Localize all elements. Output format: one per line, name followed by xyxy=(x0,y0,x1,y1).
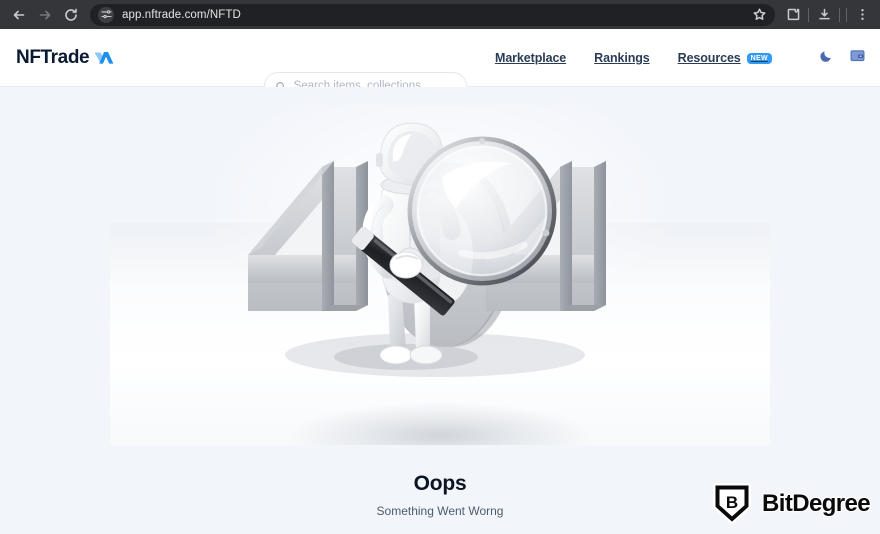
site-settings-icon[interactable] xyxy=(98,6,114,23)
download-icon xyxy=(818,8,830,20)
dark-mode-toggle[interactable] xyxy=(818,47,835,69)
toolbar-divider xyxy=(846,7,847,22)
nav-item-label: Rankings xyxy=(594,51,650,65)
address-bar[interactable]: app.nftrade.com/NFTD xyxy=(90,3,775,26)
header-actions xyxy=(818,29,866,87)
browser-forward-button[interactable] xyxy=(32,2,58,28)
browser-reload-button[interactable] xyxy=(58,2,84,28)
site-header: NFTrade Marketplace Rankings Resources N xyxy=(0,29,880,100)
bitdegree-shield-icon: B xyxy=(713,483,752,525)
nav-item-label: Resources xyxy=(677,51,741,65)
bitdegree-watermark: B BitDegree xyxy=(710,480,872,528)
nftrade-arrow-logo-icon xyxy=(94,51,114,64)
browser-back-button[interactable] xyxy=(6,2,32,28)
arrow-left-icon xyxy=(13,10,25,19)
browser-toolbar: app.nftrade.com/NFTD xyxy=(0,0,880,29)
wallet-icon xyxy=(850,50,865,62)
toolbar-divider xyxy=(808,7,809,22)
error-illustration xyxy=(0,105,880,485)
wallet-button[interactable] xyxy=(849,47,866,69)
browser-toolbar-actions xyxy=(781,3,874,27)
reload-icon xyxy=(65,8,77,21)
moon-icon xyxy=(820,51,831,62)
tune-icon xyxy=(100,10,112,19)
address-bar-url: app.nftrade.com/NFTD xyxy=(122,8,241,21)
arrow-right-icon xyxy=(39,10,51,19)
toolbar-divider xyxy=(839,7,840,22)
new-badge: NEW xyxy=(746,52,772,64)
404-astronaut-illustration-icon xyxy=(248,122,606,377)
error-page: Oops Something Went Worng Go to home B B… xyxy=(0,87,880,534)
downloads-button[interactable] xyxy=(812,3,836,27)
puzzle-piece-icon xyxy=(787,8,799,21)
star-icon xyxy=(753,8,766,20)
logo-text: NFTrade xyxy=(16,46,90,68)
chrome-menu-button[interactable] xyxy=(850,3,874,27)
digit-four-left xyxy=(248,161,368,311)
nav-item-marketplace[interactable]: Marketplace xyxy=(495,51,566,65)
screenshot-root: app.nftrade.com/NFTD NFTrade Search item… xyxy=(0,0,880,534)
extensions-button[interactable] xyxy=(781,3,805,27)
nav-item-resources[interactable]: Resources NEW xyxy=(678,51,772,65)
bookmark-star-icon[interactable] xyxy=(744,7,767,22)
nftrade-logo[interactable]: NFTrade xyxy=(16,47,115,69)
three-dot-menu-icon xyxy=(860,9,864,20)
nav-item-rankings[interactable]: Rankings xyxy=(594,51,650,65)
main-nav: Marketplace Rankings Resources NEW xyxy=(495,29,772,87)
nav-item-label: Marketplace xyxy=(495,51,567,65)
bitdegree-mark-letter: B xyxy=(726,493,738,512)
bitdegree-watermark-text: BitDegree xyxy=(761,489,872,518)
